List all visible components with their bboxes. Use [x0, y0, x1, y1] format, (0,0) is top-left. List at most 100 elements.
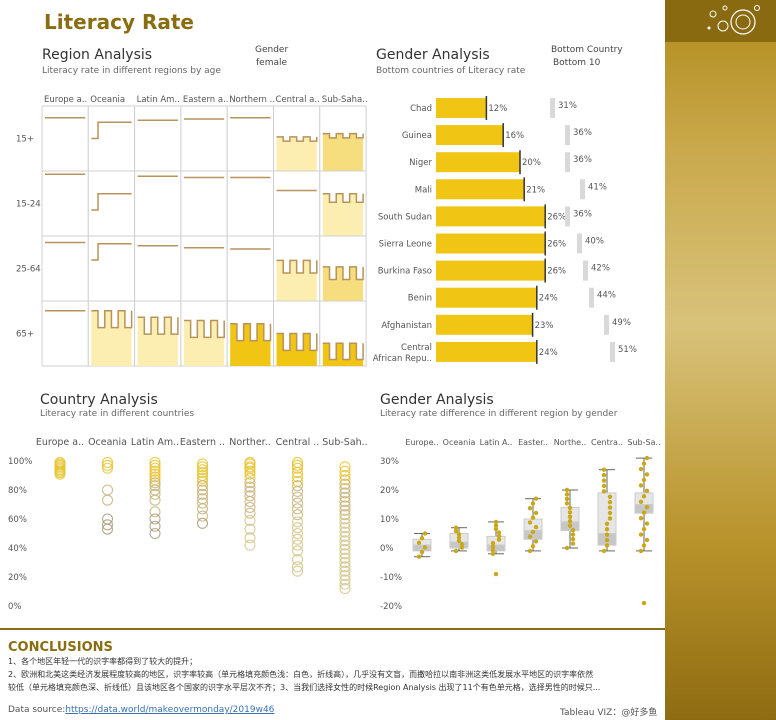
conclusion-line-2: 2、欧洲和北美这类经济发展程度较高的地区，识字率较高（单元格填充颜色浅：白色，折…: [8, 670, 594, 679]
country-label: South Sudan: [378, 212, 432, 222]
secondary-value-label: 41%: [588, 182, 607, 192]
x-category-label: Easter..: [518, 438, 548, 447]
bar-value-label: 21%: [526, 185, 545, 195]
diff-point: [567, 505, 573, 511]
diff-point: [638, 466, 644, 472]
side-decoration-panel: [665, 0, 776, 720]
diff-point: [567, 519, 573, 524]
country-label: Chad: [410, 104, 432, 114]
x-category-label: Europe a..: [36, 437, 84, 448]
secondary-bar: [610, 341, 615, 362]
x-category-label: Oceania: [443, 438, 476, 447]
diff-point: [564, 487, 570, 493]
scatter-point: [101, 484, 114, 496]
scatter-point: [149, 527, 161, 540]
scatter-point: [244, 496, 256, 508]
diff-point: [564, 496, 570, 502]
gender-difference-box-chart: 30% 20% 10% 0% -10% -20% Europe.. Oceania Latin …: [380, 438, 661, 612]
outlier-point: [493, 571, 499, 577]
gender-analysis-subtitle: Bottom countries of Literacy rate: [376, 66, 526, 76]
diff-point: [456, 538, 462, 544]
scatter-point: [244, 539, 256, 551]
region-analysis-title: Region Analysis: [42, 47, 153, 63]
country-label: Benin: [408, 294, 432, 304]
scatter-point: [101, 523, 114, 535]
gender-diff-title: Gender Analysis: [380, 392, 494, 408]
bar-value-label: 20%: [522, 158, 541, 168]
region-row-label: 65+: [16, 330, 34, 340]
bar-value-label: 12%: [488, 104, 507, 114]
diff-point: [638, 499, 644, 504]
secondary-bar: [604, 314, 609, 335]
diff-point: [644, 488, 650, 494]
data-source-link[interactable]: https://data.world/makeovermonday/2019w4…: [65, 705, 274, 715]
country-label: Central: [401, 343, 432, 353]
region-row-label: 15-24: [16, 200, 41, 210]
x-category-label: Norther..: [229, 437, 271, 448]
bar: [436, 287, 537, 308]
region-column-label: Oceania: [90, 95, 125, 105]
diff-point: [604, 527, 610, 532]
bar: [436, 341, 537, 362]
bar: [436, 152, 520, 173]
scatter-point: [291, 485, 304, 498]
diff-point: [644, 472, 650, 477]
scatter-point: [291, 491, 304, 503]
region-cell-fill: [276, 136, 317, 171]
outlier-point: [641, 600, 647, 606]
region-column-label: Northern ..: [229, 95, 275, 105]
region-cell-line: [91, 310, 133, 329]
region-cell: [180, 235, 228, 302]
bar: [436, 260, 546, 281]
scatter-point: [291, 503, 304, 515]
scatter-point: [291, 561, 304, 573]
diff-point: [604, 532, 610, 537]
region-analysis-grid: Europe a.. Oceania Latin Am.. Eastern a.. No…: [16, 95, 368, 367]
diff-point: [570, 536, 576, 542]
diff-point: [530, 543, 536, 549]
gender-diff-subtitle: Literacy rate difference in different re…: [380, 409, 618, 419]
diff-point: [453, 548, 459, 554]
country-analysis-title: Country Analysis: [40, 392, 158, 408]
secondary-bar: [565, 125, 570, 146]
secondary-value-label: 36%: [573, 209, 592, 219]
secondary-bar: [565, 206, 570, 227]
diff-point: [527, 548, 533, 554]
diff-point: [527, 534, 533, 539]
diff-point: [453, 528, 459, 534]
x-category-label: Eastern ..: [180, 437, 225, 448]
bar-value-label: 24%: [539, 294, 558, 304]
page-title: Literacy Rate: [44, 10, 194, 34]
region-cell: [41, 105, 89, 172]
diff-point: [533, 539, 539, 544]
scatter-point: [149, 494, 161, 506]
region-cell-line: [322, 193, 364, 203]
divider: [0, 628, 665, 630]
secondary-bar: [550, 98, 555, 118]
region-analysis-subtitle: Literacy rate in different regions by ag…: [42, 66, 221, 76]
conclusion-line-1: 1、各个地区年轻一代的识字率都得到了较大的提升；: [8, 657, 198, 666]
secondary-value-label: 31%: [558, 101, 577, 111]
region-cell-line: [183, 319, 225, 339]
data-source-label: Data source:: [8, 705, 66, 715]
diff-point: [567, 523, 573, 528]
secondary-bar: [583, 260, 588, 281]
gender-filter-value[interactable]: female: [256, 58, 287, 68]
bottom-country-filter-value[interactable]: Bottom 10: [553, 58, 600, 68]
x-category-label: Centra..: [591, 438, 623, 447]
secondary-value-label: 40%: [585, 237, 604, 247]
diff-point: [607, 516, 613, 521]
x-category-label: Central ..: [276, 437, 320, 448]
region-cell-line: [322, 266, 364, 281]
region-row-label: 15+: [16, 135, 34, 145]
bar: [436, 125, 504, 146]
diff-point: [416, 540, 422, 545]
bar: [436, 179, 525, 200]
region-cell: [134, 170, 182, 237]
y-tick-label: 100%: [8, 457, 32, 467]
diff-point: [527, 520, 533, 525]
region-column-label: Sub-Saha..: [322, 95, 368, 105]
country-label: Guinea: [402, 131, 432, 141]
diff-point: [601, 548, 607, 554]
region-cell: [226, 235, 274, 302]
